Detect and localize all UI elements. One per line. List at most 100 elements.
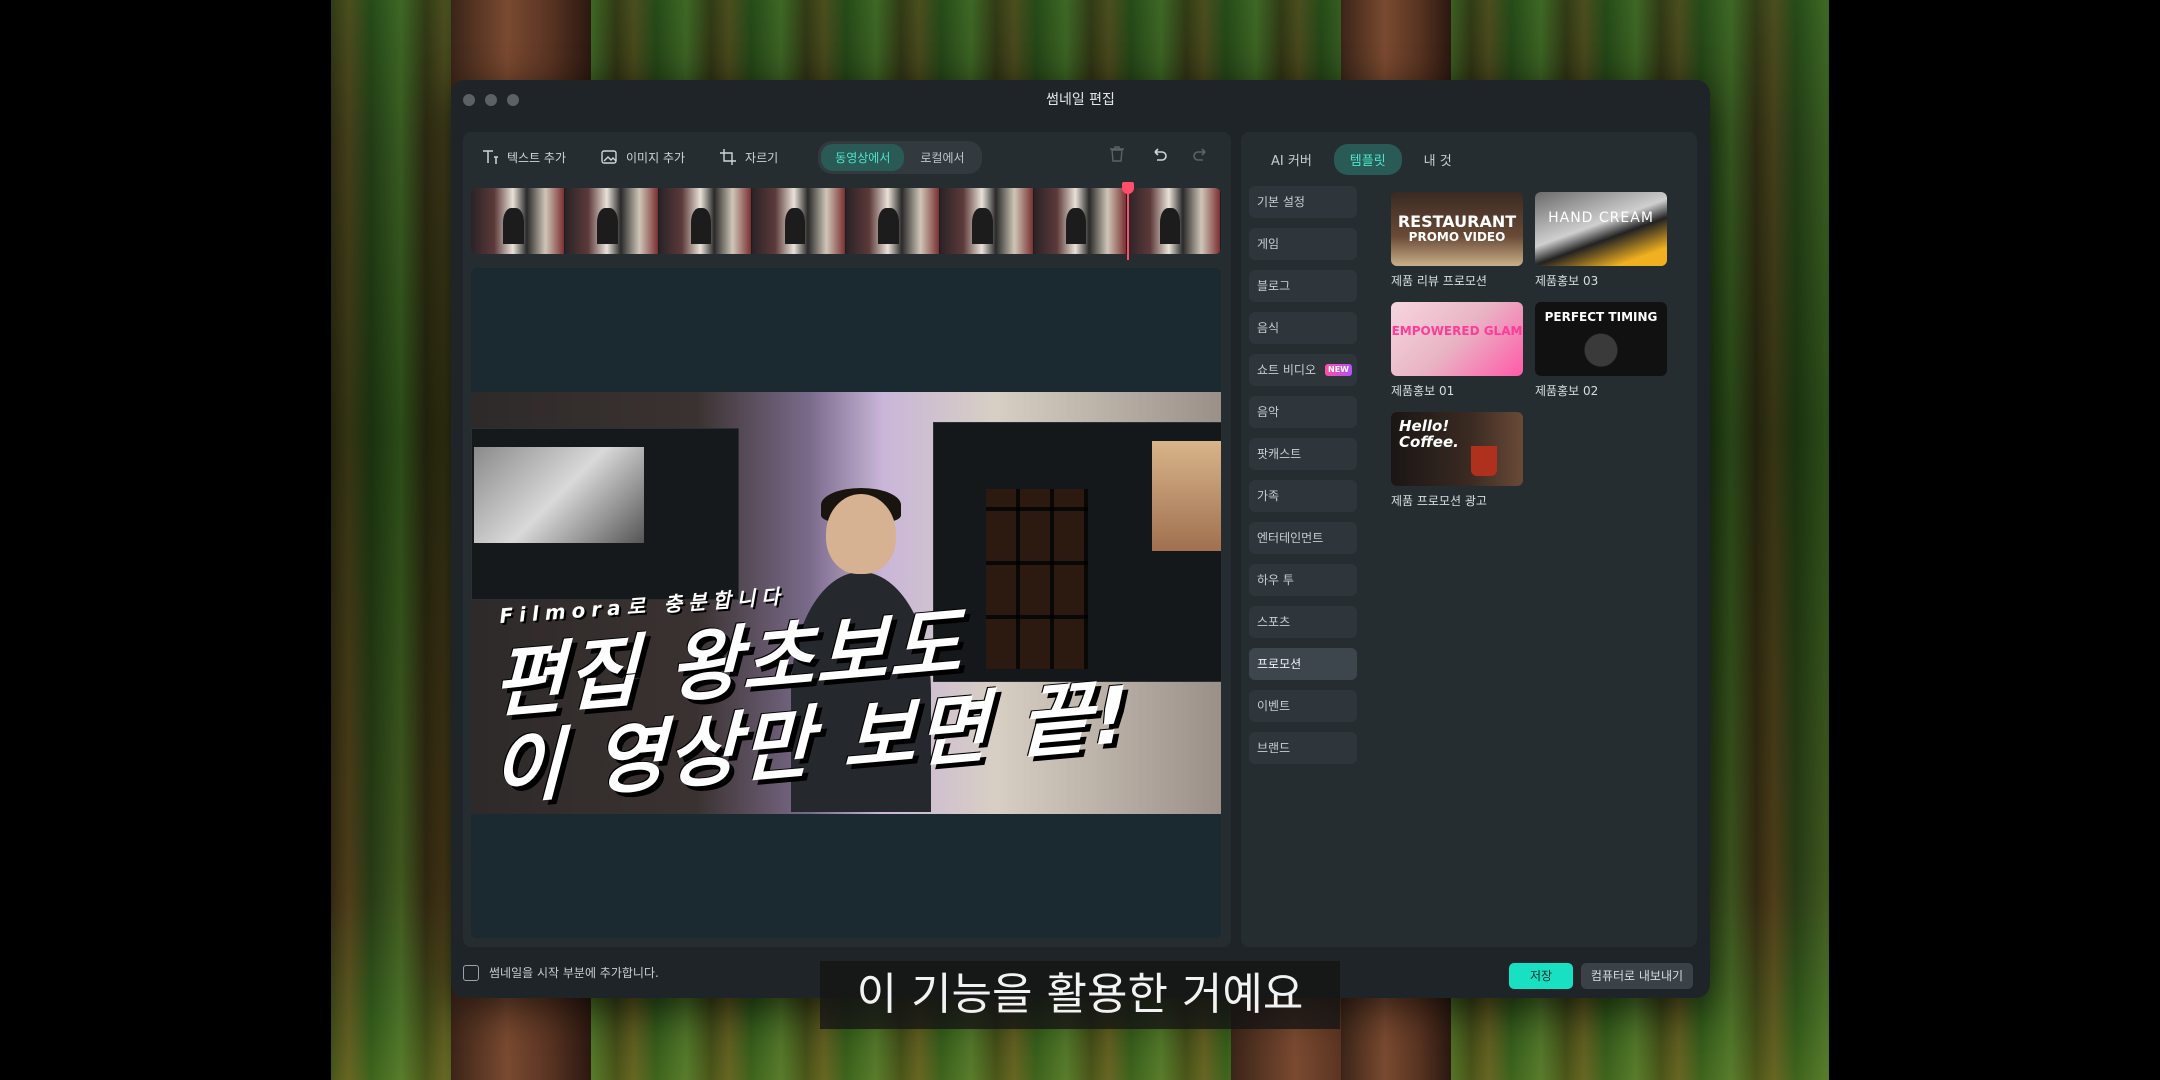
tab-mine[interactable]: 내 것 bbox=[1408, 144, 1468, 175]
category-item-selected[interactable]: 프로모션 bbox=[1249, 648, 1357, 680]
category-item[interactable]: 쇼트 비디오 NEW bbox=[1249, 354, 1357, 386]
add-image-button[interactable]: 이미지 추가 bbox=[600, 148, 685, 166]
tab-templates[interactable]: 템플릿 bbox=[1333, 144, 1402, 175]
save-button[interactable]: 저장 bbox=[1509, 963, 1573, 989]
thumbnail-canvas: Filmora로 충분합니다 편집 왕초보도 이 영상만 보면 끝! bbox=[471, 268, 1221, 938]
template-image-text: HAND CREAM bbox=[1548, 210, 1654, 226]
category-item[interactable]: 블로그 bbox=[1249, 270, 1357, 302]
category-label: 블로그 bbox=[1257, 279, 1291, 293]
crop-icon bbox=[720, 149, 737, 165]
category-label: 브랜드 bbox=[1257, 741, 1291, 755]
filmstrip-frame bbox=[658, 188, 753, 254]
template-label: 제품홍보 02 bbox=[1535, 384, 1599, 398]
category-item[interactable]: 이벤트 bbox=[1249, 690, 1357, 722]
template-label: 제품홍보 03 bbox=[1535, 274, 1599, 288]
category-item[interactable]: 음식 bbox=[1249, 312, 1357, 344]
template-thumbnail: RESTAURANT PROMO VIDEO bbox=[1391, 192, 1523, 266]
template-panel: AI 커버 템플릿 내 것 기본 설정 게임 블로그 음식 쇼트 비디오 NEW … bbox=[1241, 132, 1697, 947]
category-item[interactable]: 브랜드 bbox=[1249, 732, 1357, 764]
export-to-computer-button[interactable]: 컴퓨터로 내보내기 bbox=[1581, 963, 1693, 989]
category-item[interactable]: 엔터테인먼트 bbox=[1249, 522, 1357, 554]
template-image-text: Hello! Coffee. bbox=[1399, 418, 1459, 450]
template-label: 제품 리뷰 프로모션 bbox=[1391, 274, 1487, 288]
window-controls bbox=[463, 94, 519, 106]
template-thumbnail: EMPOWERED GLAM bbox=[1391, 302, 1523, 376]
thumbnail-preview[interactable]: Filmora로 충분합니다 편집 왕초보도 이 영상만 보면 끝! bbox=[471, 392, 1221, 814]
close-window-button[interactable] bbox=[463, 94, 475, 106]
template-thumbnail: PERFECT TIMING bbox=[1535, 302, 1667, 376]
crop-label: 자르기 bbox=[745, 150, 779, 165]
category-item[interactable]: 음악 bbox=[1249, 396, 1357, 428]
category-label: 가족 bbox=[1257, 489, 1280, 503]
trash-icon[interactable] bbox=[1107, 144, 1127, 164]
category-item[interactable]: 스포츠 bbox=[1249, 606, 1357, 638]
template-image-text: EMPOWERED GLAM bbox=[1391, 324, 1523, 338]
add-to-start-label: 썸네일을 시작 부분에 추가합니다. bbox=[489, 966, 659, 980]
tab-ai-cover[interactable]: AI 커버 bbox=[1255, 144, 1328, 175]
category-item[interactable]: 가족 bbox=[1249, 480, 1357, 512]
template-image-text: PROMO VIDEO bbox=[1408, 230, 1506, 244]
filmstrip-frame bbox=[564, 188, 659, 254]
category-label: 이벤트 bbox=[1257, 699, 1291, 713]
category-item[interactable]: 기본 설정 bbox=[1249, 186, 1357, 218]
category-item[interactable]: 하우 투 bbox=[1249, 564, 1357, 596]
video-subtitle: 이 기능을 활용한 거예요 bbox=[820, 961, 1340, 1029]
category-label: 쇼트 비디오 bbox=[1257, 363, 1317, 377]
category-list: 기본 설정 게임 블로그 음식 쇼트 비디오 NEW 음악 팟캐스트 가족 엔터테… bbox=[1249, 186, 1357, 774]
source-toggle: 동영상에서 로컬에서 bbox=[818, 140, 982, 174]
thumbnail-editor-window: 썸네일 편집 텍스트 추가 이미지 추가 자르기 동영상에서 로컬에서 Film… bbox=[451, 80, 1710, 998]
window-title: 썸네일 편집 bbox=[1046, 92, 1115, 108]
filmstrip-frame bbox=[752, 188, 846, 254]
editor-panel: 텍스트 추가 이미지 추가 자르기 동영상에서 로컬에서 Filmora로 충분… bbox=[463, 132, 1231, 947]
category-label: 팟캐스트 bbox=[1257, 447, 1302, 461]
category-label: 스포츠 bbox=[1257, 615, 1291, 629]
template-image-text: PERFECT TIMING bbox=[1544, 310, 1658, 324]
template-thumbnail: Hello! Coffee. bbox=[1391, 412, 1523, 486]
template-card[interactable]: Hello! Coffee. 제품 프로모션 광고 bbox=[1391, 412, 1525, 509]
add-text-label: 텍스트 추가 bbox=[507, 150, 567, 165]
template-label: 제품홍보 01 bbox=[1391, 384, 1455, 398]
add-to-start-checkbox[interactable] bbox=[463, 964, 479, 981]
add-image-label: 이미지 추가 bbox=[626, 150, 686, 165]
category-label: 엔터테인먼트 bbox=[1257, 531, 1324, 545]
add-to-start-option[interactable]: 썸네일을 시작 부분에 추가합니다. bbox=[463, 964, 659, 981]
crop-button[interactable]: 자르기 bbox=[719, 148, 778, 166]
tab-from-local[interactable]: 로컬에서 bbox=[906, 144, 978, 171]
image-icon bbox=[601, 150, 617, 164]
category-label: 하우 투 bbox=[1257, 573, 1294, 587]
history-controls bbox=[1107, 144, 1211, 164]
filmstrip-playhead[interactable] bbox=[1122, 182, 1134, 260]
template-card[interactable]: EMPOWERED GLAM 제품홍보 01 bbox=[1391, 302, 1525, 399]
category-label: 음식 bbox=[1257, 321, 1280, 335]
new-badge: NEW bbox=[1325, 364, 1352, 376]
filmstrip-frame bbox=[939, 188, 1034, 254]
minimize-window-button[interactable] bbox=[485, 94, 497, 106]
template-image-text-line2: Coffee. bbox=[1399, 433, 1459, 451]
text-tool-icon bbox=[483, 150, 498, 164]
category-item[interactable]: 게임 bbox=[1249, 228, 1357, 260]
template-tabs: AI 커버 템플릿 내 것 bbox=[1255, 144, 1468, 175]
redo-icon[interactable] bbox=[1191, 144, 1211, 164]
template-card[interactable]: RESTAURANT PROMO VIDEO 제품 리뷰 프로모션 bbox=[1391, 192, 1525, 289]
category-item[interactable]: 팟캐스트 bbox=[1249, 438, 1357, 470]
filmstrip-frame bbox=[1033, 188, 1128, 254]
template-card[interactable]: HAND CREAM 제품홍보 03 bbox=[1535, 192, 1669, 289]
category-label: 기본 설정 bbox=[1257, 195, 1305, 209]
template-image-text-line1: Hello! bbox=[1399, 417, 1450, 435]
tab-from-video[interactable]: 동영상에서 bbox=[821, 143, 905, 171]
category-label: 게임 bbox=[1257, 237, 1280, 251]
add-text-button[interactable]: 텍스트 추가 bbox=[481, 148, 566, 166]
template-thumbnail: HAND CREAM bbox=[1535, 192, 1667, 266]
category-label: 음악 bbox=[1257, 405, 1280, 419]
category-label: 프로모션 bbox=[1257, 657, 1302, 671]
undo-icon[interactable] bbox=[1149, 144, 1169, 164]
template-label: 제품 프로모션 광고 bbox=[1391, 494, 1487, 508]
filmstrip-frame bbox=[1127, 188, 1221, 254]
zoom-window-button[interactable] bbox=[507, 94, 519, 106]
template-image-text: RESTAURANT bbox=[1397, 212, 1517, 231]
coffee-cup-graphic bbox=[1471, 446, 1497, 476]
template-card[interactable]: PERFECT TIMING 제품홍보 02 bbox=[1535, 302, 1669, 399]
filmstrip-frame bbox=[846, 188, 940, 254]
filmstrip-frame bbox=[471, 188, 565, 254]
video-filmstrip[interactable] bbox=[471, 188, 1221, 254]
